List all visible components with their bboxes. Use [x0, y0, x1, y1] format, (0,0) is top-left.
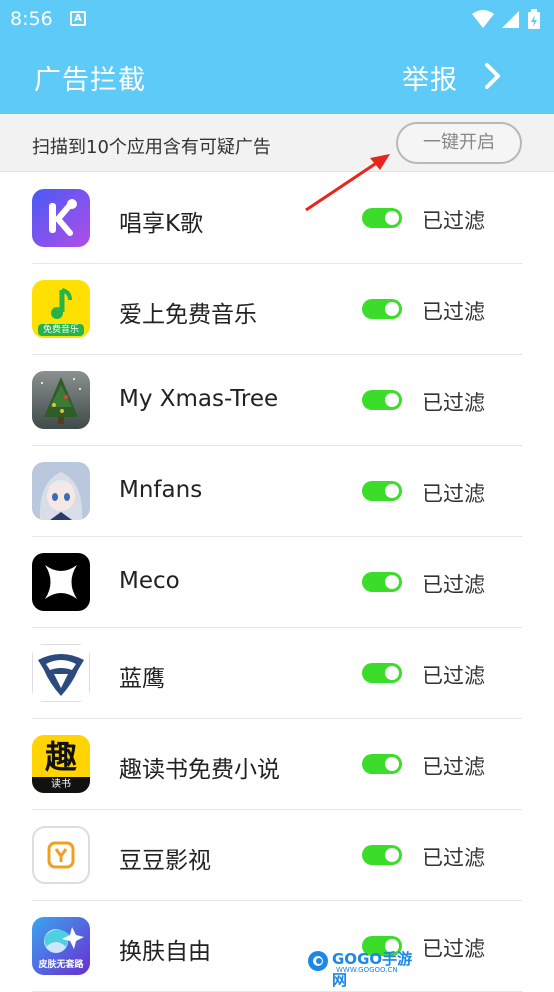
icon-caption: 皮肤无套路: [38, 960, 84, 970]
icon-caption: 免费音乐: [42, 325, 79, 335]
filter-status: 已过滤: [422, 300, 485, 324]
icon-caption: 读书: [51, 779, 71, 790]
watermark-sub: WWW.GOGOO.CN: [336, 966, 398, 974]
report-button[interactable]: 举报: [402, 58, 458, 97]
chevron-right-icon[interactable]: [484, 62, 502, 90]
music-note-icon: 免费音乐: [32, 280, 90, 338]
filter-status: 已过滤: [422, 664, 485, 688]
app-name: 趣读书免费小说: [119, 757, 280, 783]
scan-summary-text: 扫描到10个应用含有可疑广告: [32, 137, 271, 158]
signal-icon: [502, 11, 519, 28]
toggle-knob: [385, 211, 399, 225]
app-name: Meco: [119, 568, 180, 594]
filter-toggle[interactable]: [362, 481, 402, 501]
app-list: 唱享K歌 已过滤 免费音乐 爱上免费音乐 已过滤 My Xmas-Tree 已过…: [0, 173, 554, 992]
app-name: 蓝鹰: [119, 666, 165, 692]
anime-girl-icon: [32, 462, 90, 520]
wifi-icon: [472, 10, 494, 28]
toggle-knob: [385, 393, 399, 407]
toggle-knob: [385, 757, 399, 771]
app-name: Mnfans: [119, 477, 203, 503]
list-item: 免费音乐 爱上免费音乐 已过滤: [32, 264, 522, 355]
list-item: 豆豆影视 已过滤: [32, 810, 522, 901]
meco-star-icon: [32, 553, 90, 611]
system-icons: [464, 9, 540, 29]
one-key-enable-button[interactable]: 一键开启: [396, 122, 522, 164]
status-time: 8:56: [10, 8, 53, 30]
filter-status: 已过滤: [422, 391, 485, 415]
app-name: My Xmas-Tree: [119, 386, 279, 412]
filter-toggle[interactable]: [362, 572, 402, 592]
app-name: 换肤自由: [119, 939, 211, 965]
filter-toggle[interactable]: [362, 663, 402, 683]
toggle-knob: [385, 484, 399, 498]
status-bar: 8:56 A: [0, 0, 554, 38]
filter-toggle[interactable]: [362, 208, 402, 228]
filter-toggle[interactable]: [362, 754, 402, 774]
filter-status: 已过滤: [422, 755, 485, 779]
toggle-knob: [385, 575, 399, 589]
list-item: 唱享K歌 已过滤: [32, 173, 522, 264]
notification-icon: A: [70, 11, 86, 26]
toggle-knob: [385, 302, 399, 316]
app-bar: 8:56 A 广告拦截 举报: [0, 0, 554, 114]
k-song-icon: [32, 189, 90, 247]
filter-status: 已过滤: [422, 937, 485, 961]
list-item: 蓝鹰 已过滤: [32, 628, 522, 719]
app-name: 豆豆影视: [119, 848, 211, 874]
list-item: Mnfans 已过滤: [32, 446, 522, 537]
list-item: My Xmas-Tree 已过滤: [32, 355, 522, 446]
filter-status: 已过滤: [422, 209, 485, 233]
xmas-tree-icon: [32, 371, 90, 429]
eagle-icon: [32, 644, 90, 702]
filter-status: 已过滤: [422, 846, 485, 870]
skin-game-icon: 皮肤无套路: [32, 917, 90, 975]
toggle-knob: [385, 666, 399, 680]
icon-glyph: 趣: [44, 738, 77, 776]
list-item: Meco 已过滤: [32, 537, 522, 628]
filter-status: 已过滤: [422, 573, 485, 597]
page-title: 广告拦截: [34, 65, 146, 96]
battery-icon: [528, 9, 540, 29]
filter-status: 已过滤: [422, 482, 485, 506]
qu-read-icon: 趣 读书: [32, 735, 90, 793]
filter-toggle[interactable]: [362, 390, 402, 410]
list-item: 趣 读书 趣读书免费小说 已过滤: [32, 719, 522, 810]
app-name: 唱享K歌: [119, 211, 204, 237]
filter-toggle[interactable]: [362, 845, 402, 865]
toggle-knob: [385, 848, 399, 862]
filter-toggle[interactable]: [362, 299, 402, 319]
list-item: 皮肤无套路 换肤自由 已过滤: [32, 901, 522, 992]
watermark: GOGO手游网 WWW.GOGOO.CN: [306, 946, 416, 989]
doudou-video-icon: [32, 826, 90, 884]
app-name: 爱上免费音乐: [119, 302, 257, 328]
gogo-logo-icon: [308, 951, 328, 971]
